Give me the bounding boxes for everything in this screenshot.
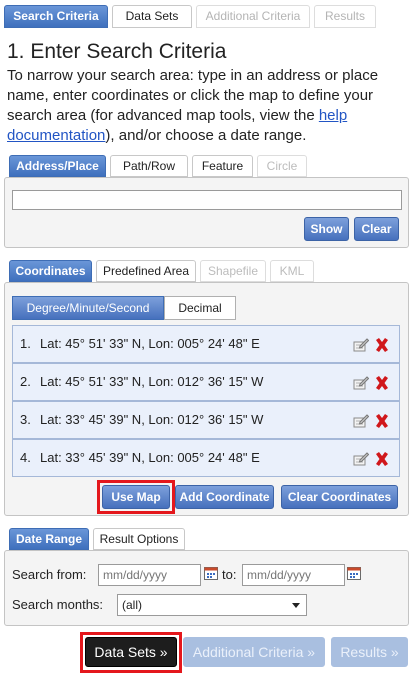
add-coordinate-button[interactable]: Add Coordinate [175,485,274,509]
tab-search-criteria[interactable]: Search Criteria [4,5,108,28]
tab-results[interactable]: Results [314,5,376,28]
clear-coordinates-button[interactable]: Clear Coordinates [281,485,398,509]
tab-circle[interactable]: Circle [257,155,307,177]
search-months-value: (all) [122,598,142,612]
use-map-button[interactable]: Use Map [102,485,170,509]
search-to-label: to: [222,567,237,582]
tab-data-sets[interactable]: Data Sets [112,5,192,28]
coordinate-text: Lat: 45° 51' 33" N, Lon: 012° 36' 15" W [40,374,264,389]
coordinate-number: 2. [20,374,31,389]
intro-text: To narrow your search area: type in an a… [7,66,407,146]
tab-degree-minute-second[interactable]: Degree/Minute/Second [12,296,164,320]
delete-icon[interactable] [373,450,391,468]
edit-icon[interactable] [351,412,369,430]
clear-address-button[interactable]: Clear [354,217,399,241]
results-next-button[interactable]: Results » [331,637,408,667]
tab-additional-criteria[interactable]: Additional Criteria [196,5,310,28]
search-months-label: Search months: [12,597,104,612]
page-title: 1. Enter Search Criteria [7,40,227,63]
coordinate-number: 4. [20,450,31,465]
coordinate-text: Lat: 33° 45' 39" N, Lon: 005° 24' 48" E [40,450,260,465]
edit-icon[interactable] [351,450,369,468]
coordinate-number: 3. [20,412,31,427]
tab-predefined-area[interactable]: Predefined Area [96,260,196,282]
tab-path-row[interactable]: Path/Row [110,155,188,177]
delete-icon[interactable] [373,412,391,430]
delete-icon[interactable] [373,336,391,354]
date-to-input[interactable] [242,564,345,586]
edit-icon[interactable] [351,374,369,392]
address-input[interactable] [12,190,402,210]
tab-address-place[interactable]: Address/Place [9,155,106,177]
tab-date-range[interactable]: Date Range [9,528,89,550]
coordinate-text: Lat: 33° 45' 39" N, Lon: 012° 36' 15" W [40,412,264,427]
chevron-down-icon [292,603,300,608]
tab-kml[interactable]: KML [270,260,314,282]
date-from-input[interactable] [98,564,201,586]
tab-feature[interactable]: Feature [192,155,253,177]
coordinate-row[interactable]: 2. Lat: 45° 51' 33" N, Lon: 012° 36' 15" … [12,363,400,401]
tab-shapefile[interactable]: Shapefile [200,260,266,282]
search-months-select[interactable]: (all) [117,594,307,616]
data-sets-next-button[interactable]: Data Sets » [85,637,177,667]
edit-icon[interactable] [351,336,369,354]
calendar-icon[interactable] [347,566,361,580]
coordinate-text: Lat: 45° 51' 33" N, Lon: 005° 24' 48" E [40,336,260,351]
coordinate-row[interactable]: 3. Lat: 33° 45' 39" N, Lon: 012° 36' 15" … [12,401,400,439]
calendar-icon[interactable] [204,566,218,580]
search-from-label: Search from: [12,567,87,582]
additional-criteria-next-button[interactable]: Additional Criteria » [183,637,325,667]
delete-icon[interactable] [373,374,391,392]
intro-after-link: ), and/or choose a date range. [105,127,307,144]
show-button[interactable]: Show [304,217,349,241]
address-panel: Show Clear [4,177,409,248]
tab-coordinates[interactable]: Coordinates [9,260,92,282]
coordinate-row[interactable]: 4. Lat: 33° 45' 39" N, Lon: 005° 24' 48" … [12,439,400,477]
coordinate-number: 1. [20,336,31,351]
tab-decimal[interactable]: Decimal [164,296,236,320]
coordinate-row[interactable]: 1. Lat: 45° 51' 33" N, Lon: 005° 24' 48" … [12,325,400,363]
tab-result-options[interactable]: Result Options [93,528,185,550]
